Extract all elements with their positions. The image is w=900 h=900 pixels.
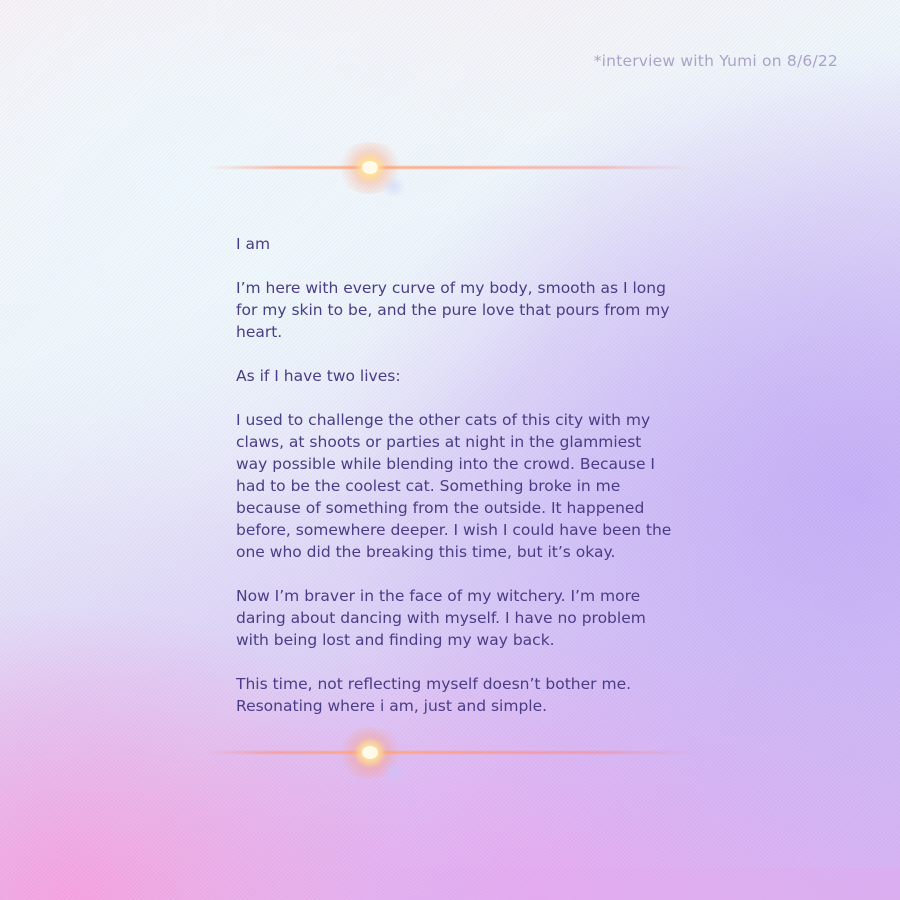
poem-paragraph: I am bbox=[236, 235, 271, 253]
lens-flare-top bbox=[205, 142, 695, 196]
poem-paragraph: As if I have two lives: bbox=[236, 367, 401, 385]
interview-caption: *interview with Yumi on 8/6/22 bbox=[593, 52, 838, 70]
poem-paragraph: This time, not reflecting myself doesn’t… bbox=[236, 675, 632, 715]
poem-text: I am I’m here with every curve of my bod… bbox=[236, 233, 676, 739]
poem-paragraph: I’m here with every curve of my body, sm… bbox=[236, 279, 670, 341]
poem-paragraph: Now I’m braver in the face of my witcher… bbox=[236, 587, 646, 649]
background-band bbox=[290, 868, 900, 900]
lens-flare-bottom bbox=[205, 727, 695, 781]
poem-paragraph: I used to challenge the other cats of th… bbox=[236, 411, 672, 561]
